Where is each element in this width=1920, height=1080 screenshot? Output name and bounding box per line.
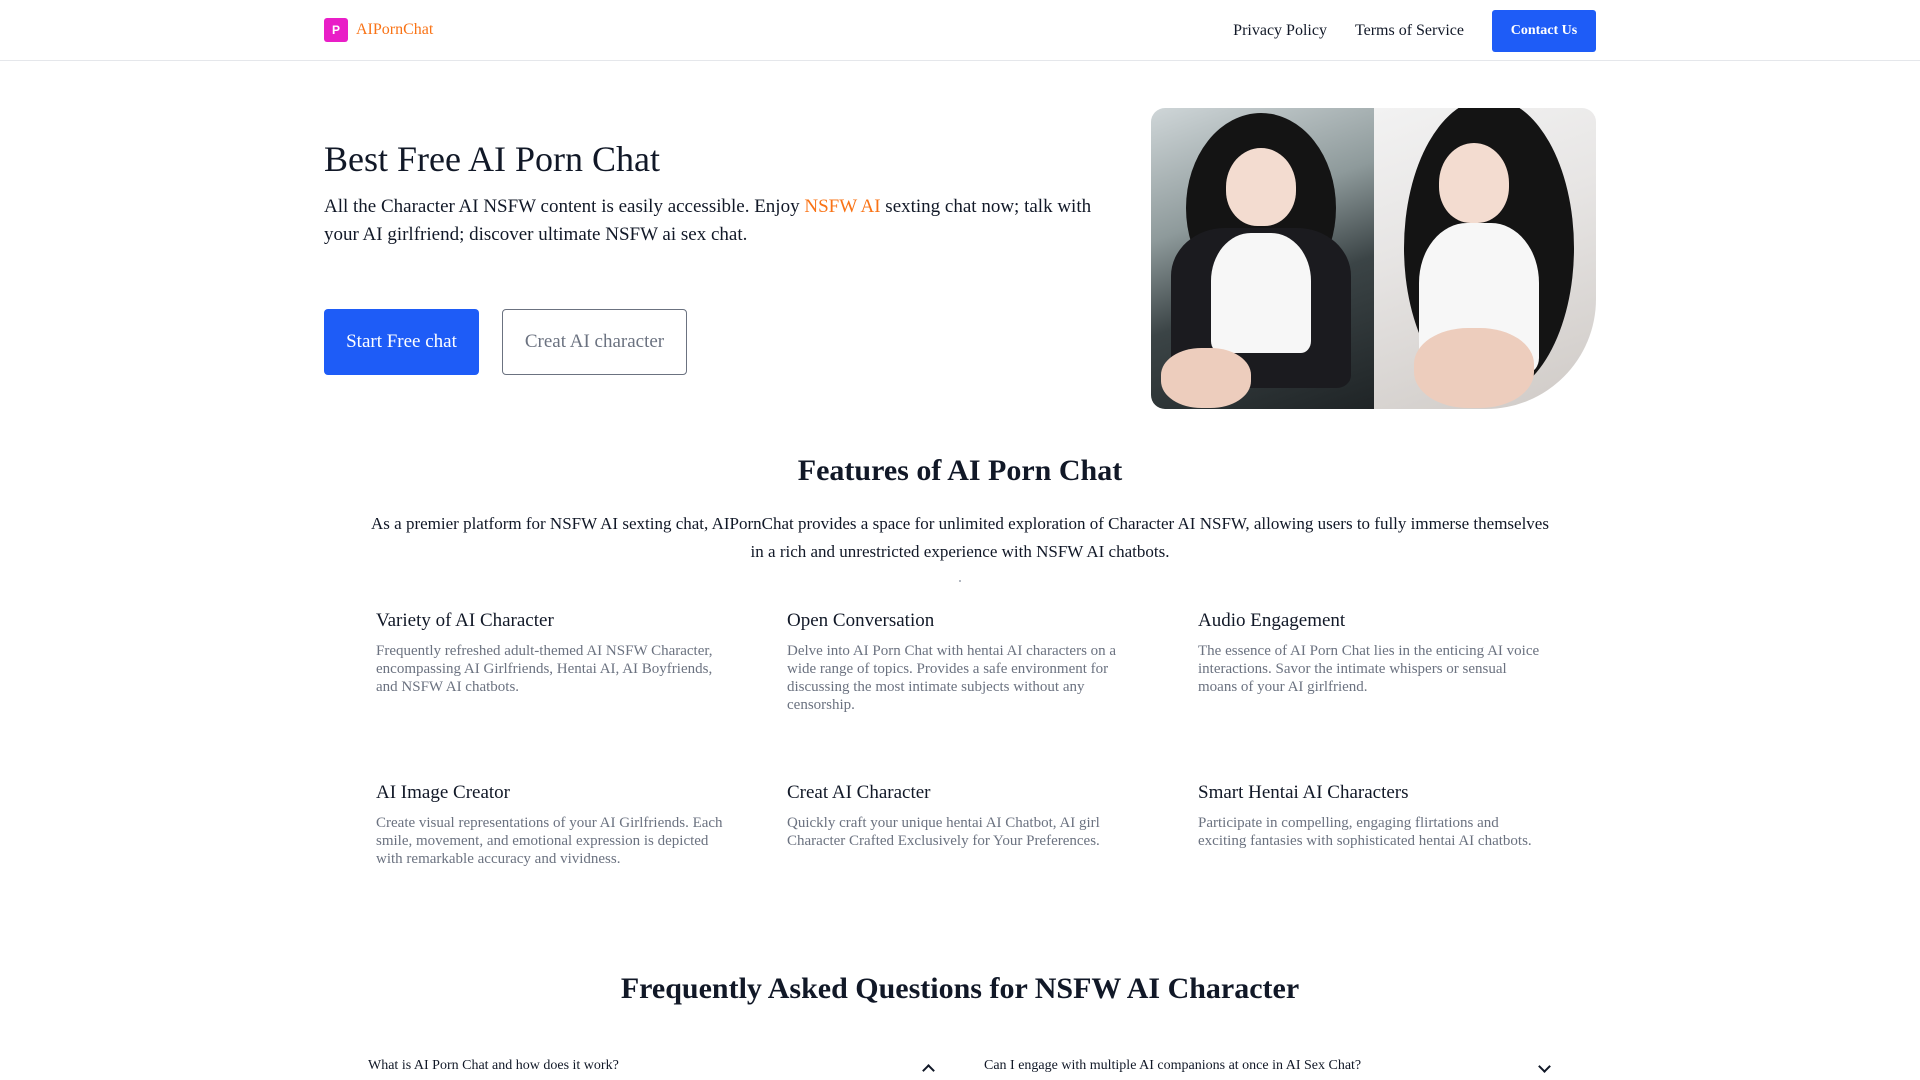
create-ai-character-button[interactable]: Creat AI character [502,309,687,375]
hero-title: Best Free AI Porn Chat [324,139,660,179]
hero-desc-text: All the Character AI NSFW content is eas… [324,196,805,217]
divider-dot [959,580,961,582]
chevron-down-icon[interactable] [1538,1060,1551,1073]
feature-text: The essence of AI Porn Chat lies in the … [1198,643,1540,695]
feature-card: Creat AI Character Quickly craft your un… [787,782,1137,850]
feature-card: Variety of AI Character Frequently refre… [376,610,726,696]
nsfw-ai-link[interactable]: NSFW AI [804,196,880,217]
feature-title: Smart Hentai AI Characters [1198,782,1409,803]
character-image-left [1151,108,1374,409]
site-header: P AIPornChat Privacy Policy Terms of Ser… [0,0,1920,61]
feature-text: Delve into AI Porn Chat with hentai AI c… [787,643,1117,713]
hero-image [1151,108,1596,409]
character-image-right [1373,108,1596,409]
features-title: Features of AI Porn Chat [797,454,1123,487]
contact-us-button[interactable]: Contact Us [1492,10,1596,52]
feature-text: Participate in compelling, engaging flir… [1198,815,1532,849]
feature-title: Open Conversation [787,610,935,631]
feature-card: Open Conversation Delve into AI Porn Cha… [787,610,1137,714]
faq-title: Frequently Asked Questions for NSFW AI C… [620,972,1300,1005]
nav-terms-of-service[interactable]: Terms of Service [1355,22,1464,40]
feature-text: Create visual representations of your AI… [376,815,723,867]
logo-text: AIPornChat [356,21,434,38]
feature-text: Quickly craft your unique hentai AI Chat… [787,815,1100,849]
chevron-up-icon[interactable] [922,1064,935,1077]
features-description: As a premier platform for NSFW AI sextin… [371,514,1549,561]
feature-title: Audio Engagement [1198,610,1346,631]
feature-title: AI Image Creator [376,782,510,803]
nav-privacy-policy[interactable]: Privacy Policy [1233,22,1327,40]
feature-title: Variety of AI Character [376,610,554,631]
top-nav: Privacy Policy Terms of Service Contact … [1233,10,1596,52]
start-free-chat-button[interactable]: Start Free chat [324,309,479,375]
hero-description: All the Character AI NSFW content is eas… [324,193,1124,249]
logo-mark-icon: P [324,18,348,42]
feature-title: Creat AI Character [787,782,931,803]
feature-card: Smart Hentai AI Characters Participate i… [1198,782,1548,850]
feature-text: Frequently refreshed adult-themed AI NSF… [376,643,713,695]
site-logo[interactable]: P AIPornChat [324,18,433,42]
feature-card: Audio Engagement The essence of AI Porn … [1198,610,1548,696]
faq-question[interactable]: Can I engage with multiple AI companions… [984,1058,1361,1074]
feature-card: AI Image Creator Create visual represent… [376,782,726,868]
faq-question[interactable]: What is AI Porn Chat and how does it wor… [368,1058,619,1074]
